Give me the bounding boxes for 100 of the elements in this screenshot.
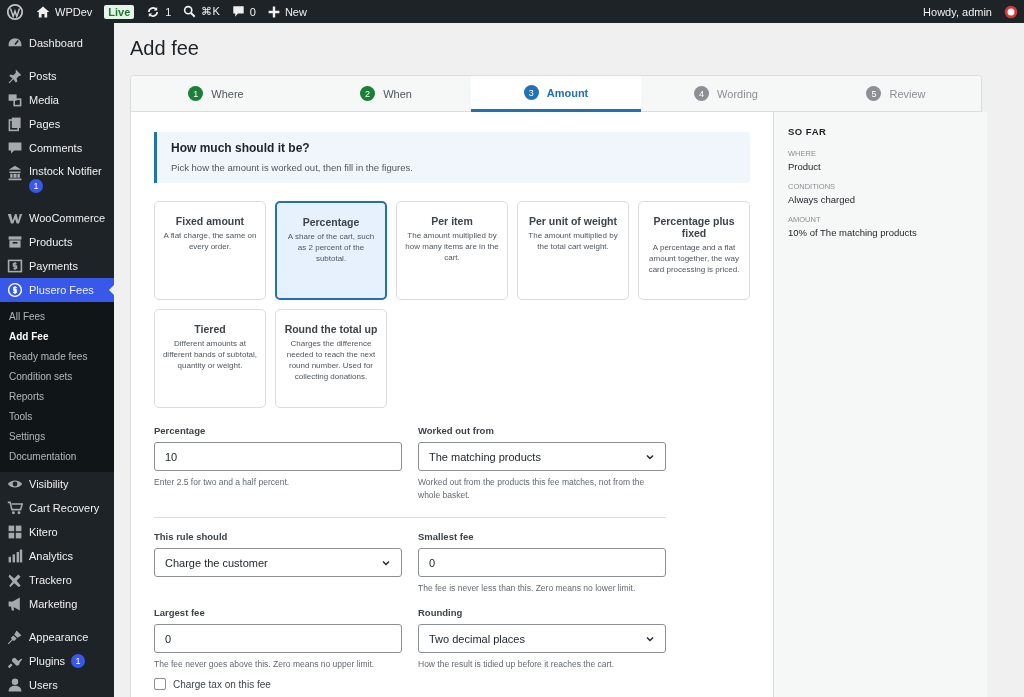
environment-badge: Live [104, 4, 135, 19]
menu-item[interactable]: WooCommerce [0, 206, 114, 230]
method-title: Tiered [193, 323, 227, 335]
submenu-item[interactable]: All Fees [0, 307, 114, 327]
checkbox-label[interactable]: Charge tax on this fee [173, 678, 271, 690]
method-title: Fixed amount [174, 215, 246, 227]
menu-item[interactable]: Appearance [0, 625, 114, 649]
help-text: Worked out from the products this fee matches, not from the whole basket. [418, 476, 646, 502]
avatar[interactable] [1004, 4, 1018, 19]
menu-item[interactable]: Payments [0, 254, 114, 278]
method-title: Percentage plus fixed [652, 215, 736, 239]
menu-item[interactable]: Instock Notifier 1 [0, 160, 114, 197]
input-field[interactable]: 10 [154, 442, 402, 471]
count-badge: 1 [29, 179, 43, 193]
step-number: 4 [694, 86, 710, 101]
input-field[interactable]: 0 [418, 548, 666, 577]
summary-value: 10% of The matching products [788, 227, 918, 238]
menu-icon [7, 282, 23, 298]
step-number: 5 [866, 86, 882, 101]
method-description: Charges the difference needed to reach the next round number. Used for collecting donations. [285, 338, 377, 382]
notice-title: How much should it be? [171, 141, 310, 155]
menu-icon [7, 165, 23, 181]
menu-icon [7, 234, 23, 250]
method-description: A share of the cart, such as 2 percent of the subtotal. [286, 231, 376, 264]
menu-icon [7, 92, 23, 108]
site-name[interactable]: WPDev [55, 5, 93, 18]
menu-icon [7, 629, 23, 645]
menu-icon [7, 140, 23, 156]
method-description: A percentage and a flat amount together, the way card processing is priced. [647, 242, 741, 275]
notice-text: Pick how the amount is worked out, then fill in the figures. [171, 162, 413, 173]
method-card[interactable]: Percentage plus fixed A percentage and a flat amount together, the way card processing is priced. [638, 201, 750, 300]
select-field[interactable]: The matching products [418, 442, 666, 471]
menu-icon [7, 68, 23, 84]
field-label: Smallest fee [418, 531, 475, 542]
menu-item[interactable]: Kitero [0, 520, 114, 544]
new-link[interactable]: New [284, 5, 307, 18]
method-description: Different amounts at different bands of subtotal, quantity or weight. [161, 338, 259, 371]
submenu-item[interactable]: Add Fee [0, 327, 114, 347]
method-card[interactable]: Per item The amount multiplied by how many items are in the cart. [396, 201, 508, 300]
method-card[interactable]: Tiered Different amounts at different bands of subtotal, quantity or weight. [154, 309, 266, 408]
method-description: A flat charge, the same on every order. [162, 230, 258, 252]
method-card[interactable]: Percentage A share of the cart, such as 2 percent of the subtotal. [275, 201, 387, 300]
select-field[interactable]: Two decimal places [418, 624, 666, 653]
menu-icon [7, 258, 23, 274]
method-description: The amount multiplied by how many items are in the cart. [404, 230, 500, 263]
page-title: Add fee [130, 37, 199, 59]
menu-item[interactable]: Products [0, 230, 114, 254]
help-text: The fee never goes above this. Zero means no upper limit. [154, 658, 376, 671]
submenu-item[interactable]: Ready made fees [0, 347, 114, 367]
menu-icon [7, 116, 23, 132]
updates-count[interactable]: 1 [165, 5, 172, 18]
menu-item[interactable]: Dashboard [0, 31, 114, 55]
menu-item[interactable]: Plugins 1 [0, 649, 114, 673]
comments-count[interactable]: 0 [249, 5, 256, 18]
method-card[interactable]: Round the total up Charges the difference needed to reach the next round number. Used for collecting donations. [275, 309, 387, 408]
menu-icon [7, 524, 23, 540]
method-card[interactable]: Per unit of weight The amount multiplied by the total cart weight. [517, 201, 629, 300]
method-title: Percentage [301, 216, 361, 228]
help-text: Enter 2.5 for two and a half percent. [154, 476, 291, 489]
menu-item[interactable]: Plusero Fees [0, 278, 114, 302]
menu-item[interactable]: Visibility [0, 472, 114, 496]
step-tab[interactable]: 1 Where [131, 76, 301, 112]
submenu-item[interactable]: Settings [0, 427, 114, 447]
method-card[interactable]: Fixed amount A flat charge, the same on every order. [154, 201, 266, 300]
select-field[interactable]: Charge the customer [154, 548, 402, 577]
menu-item[interactable]: Analytics [0, 544, 114, 568]
greeting[interactable]: Howdy, admin [923, 5, 992, 18]
menu-item[interactable]: Comments [0, 136, 114, 160]
input-field[interactable]: 0 [154, 624, 402, 653]
home-icon[interactable] [36, 4, 50, 19]
menu-item[interactable]: Cart Recovery [0, 496, 114, 520]
comment-icon[interactable] [231, 5, 245, 18]
menu-item[interactable]: Trackero [0, 568, 114, 592]
menu-item[interactable]: Pages [0, 112, 114, 136]
menu-item[interactable]: Media [0, 88, 114, 112]
search-icon[interactable] [183, 5, 197, 18]
menu-icon [7, 677, 23, 693]
step-tab[interactable]: 2 When [301, 76, 471, 112]
menu-item[interactable]: Users [0, 673, 114, 697]
menu-item[interactable]: Marketing [0, 592, 114, 616]
help-text: The fee is never less than this. Zero means no lower limit. [418, 582, 637, 595]
step-number: 1 [188, 86, 204, 101]
summary-title: SO FAR [788, 126, 828, 137]
submenu-item[interactable]: Documentation [0, 447, 114, 467]
field-label: Rounding [418, 607, 464, 618]
submenu-item[interactable]: Condition sets [0, 367, 114, 387]
method-title: Per unit of weight [527, 215, 619, 227]
submenu-item[interactable]: Tools [0, 407, 114, 427]
wordpress-logo[interactable] [6, 2, 24, 21]
summary-value: Always charged [788, 194, 857, 205]
step-number: 2 [360, 86, 376, 101]
menu-icon [7, 596, 23, 612]
count-badge: 1 [71, 654, 86, 668]
refresh-icon[interactable] [146, 4, 161, 19]
submenu-item[interactable]: Reports [0, 387, 114, 407]
search-shortcut[interactable]: ⌘K [201, 5, 220, 18]
menu-icon [7, 548, 23, 564]
checkbox[interactable] [154, 678, 166, 690]
plus-icon[interactable] [267, 5, 280, 18]
menu-item[interactable]: Posts [0, 64, 114, 88]
